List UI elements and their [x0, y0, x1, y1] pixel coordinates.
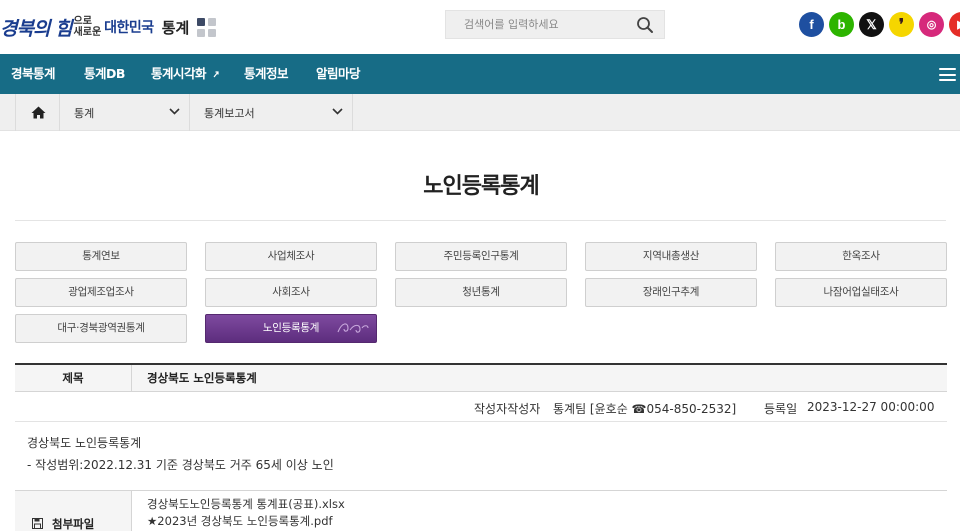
category-button[interactable]: 청년통계: [395, 278, 567, 307]
logo-stat-text: 통계: [161, 18, 190, 37]
blog-icon[interactable]: b: [829, 12, 854, 37]
date-value: 2023-12-27 00:00:00: [807, 400, 935, 414]
board-title-row: 제목 경상북도 노인등록통계: [15, 365, 947, 392]
category-button[interactable]: 지역내총생산: [585, 242, 757, 271]
home-button[interactable]: [15, 94, 60, 131]
nav-item-gyeongbuk-stats[interactable]: 경북통계: [11, 54, 56, 94]
facebook-icon[interactable]: f: [799, 12, 824, 37]
main-nav: 경북통계 통계DB 통계시각화 통계정보 알림마당: [0, 54, 960, 94]
instagram-icon[interactable]: ◎: [919, 12, 944, 37]
youtube-icon[interactable]: ▶: [949, 12, 960, 37]
nav-item-stats-db[interactable]: 통계DB: [84, 54, 125, 94]
logo-small-line1: 으로: [73, 16, 92, 27]
category-button-active[interactable]: 노인등록통계: [205, 314, 377, 343]
category-button[interactable]: 주민등록인구통계: [395, 242, 567, 271]
external-link-icon: [213, 71, 219, 78]
x-icon[interactable]: 𝕏: [859, 12, 884, 37]
attachment-header: 첨부파일: [15, 491, 132, 531]
swirl-decoration-icon: [337, 323, 369, 333]
content-line: 경상북도 노인등록통계: [27, 436, 142, 450]
category-button[interactable]: 광업제조업조사: [15, 278, 187, 307]
category-button[interactable]: 대구·경북광역권통계: [15, 314, 187, 343]
breadcrumb-select-level2[interactable]: 통계보고서: [190, 94, 353, 131]
category-button[interactable]: 사회조사: [205, 278, 377, 307]
logo-small-line2: 새로운: [73, 27, 102, 38]
site-logo[interactable]: 경북의 힘 으로 새로운 대한민국 통계: [0, 8, 217, 46]
social-links: fb𝕏❜◎▶: [799, 12, 960, 37]
logo-grid-icon: [197, 17, 217, 37]
category-button[interactable]: 한옥조사: [775, 242, 947, 271]
category-button[interactable]: 장래인구추계: [585, 278, 757, 307]
kakao-icon[interactable]: ❜: [889, 12, 914, 37]
breadcrumb: 통계 통계보고서: [0, 94, 960, 131]
search-box: [445, 10, 665, 39]
search-input[interactable]: [446, 11, 626, 38]
hamburger-menu-icon[interactable]: [939, 68, 956, 81]
nav-item-notice[interactable]: 알림마당: [316, 54, 361, 94]
category-button[interactable]: 사업체조사: [205, 242, 377, 271]
floppy-disk-icon: [32, 518, 43, 529]
logo-script-text: 경북의 힘: [0, 17, 73, 40]
page-title: 노인등록통계: [423, 174, 539, 199]
author-label: 작성자작성자: [474, 402, 541, 416]
breadcrumb-level2-label: 통계보고서: [204, 107, 255, 120]
board-content: 경상북도 노인등록통계 - 작성범위:2022.12.31 기준 경상북도 거주…: [27, 432, 334, 476]
logo-main-text: 대한민국: [104, 20, 154, 36]
category-active-label: 노인등록통계: [262, 322, 320, 334]
attachment-link-pdf[interactable]: ★2023년 경상북도 노인등록통계.pdf: [147, 513, 345, 530]
nav-item-visualization-label: 통계시각화: [151, 66, 207, 81]
search-icon[interactable]: [636, 16, 654, 34]
title-label: 제목: [15, 365, 132, 391]
nav-item-stats-info[interactable]: 통계정보: [244, 54, 289, 94]
category-button[interactable]: 나잠어업실태조사: [775, 278, 947, 307]
attachment-list: 경상북도노인등록통계 통계표(공표).xlsx ★2023년 경상북도 노인등록…: [147, 496, 345, 530]
board-meta-row: 작성자작성자 통계팀 [윤호순 ☎054-850-2532] 등록일 2023-…: [15, 392, 947, 422]
home-icon: [31, 106, 46, 119]
content-line: - 작성범위:2022.12.31 기준 경상북도 거주 65세 이상 노인: [27, 458, 334, 472]
date-label: 등록일: [764, 402, 798, 416]
title-value: 경상북도 노인등록통계: [147, 371, 257, 385]
breadcrumb-level1-label: 통계: [74, 107, 95, 120]
category-button[interactable]: 통계연보: [15, 242, 187, 271]
breadcrumb-select-level1[interactable]: 통계: [60, 94, 190, 131]
logo-small-text: 으로 새로운: [74, 16, 102, 38]
nav-item-visualization[interactable]: 통계시각화: [151, 54, 220, 94]
title-divider: [15, 220, 946, 221]
attachment-link-xlsx[interactable]: 경상북도노인등록통계 통계표(공표).xlsx: [147, 496, 345, 513]
attachment-row: 첨부파일 경상북도노인등록통계 통계표(공표).xlsx ★2023년 경상북도…: [15, 490, 947, 531]
site-header: 경북의 힘 으로 새로운 대한민국 통계 fb𝕏❜◎▶: [0, 0, 960, 54]
chevron-down-icon: [332, 108, 343, 115]
chevron-down-icon: [169, 108, 180, 115]
author-value: 통계팀 [윤호순 ☎054-850-2532]: [553, 402, 737, 416]
